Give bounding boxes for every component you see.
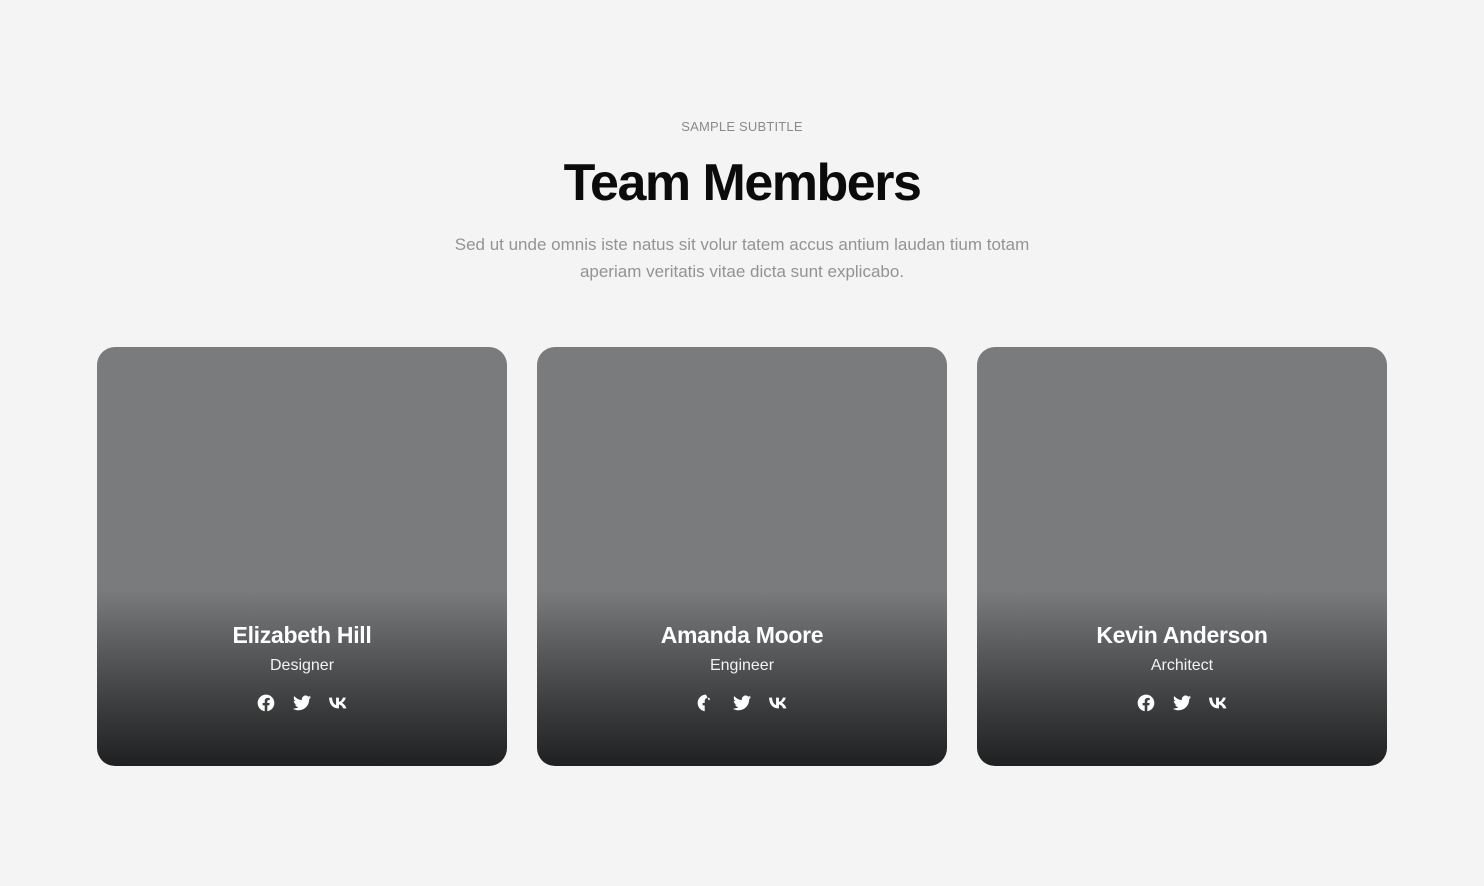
section-title: Team Members xyxy=(563,154,922,212)
twitter-icon[interactable] xyxy=(292,693,312,713)
team-card: Kevin Anderson Architect xyxy=(977,347,1387,766)
vk-icon[interactable] xyxy=(328,693,348,713)
facebook-icon[interactable] xyxy=(1136,693,1156,713)
card-info: Elizabeth Hill Designer xyxy=(97,619,507,713)
member-name: Kevin Anderson xyxy=(1096,622,1268,648)
twitter-icon[interactable] xyxy=(732,693,752,713)
member-role: Architect xyxy=(1150,657,1214,674)
team-cards: Elizabeth Hill Designer Amanda Moore Eng… xyxy=(97,347,1387,766)
member-name: Amanda Moore xyxy=(660,622,824,648)
team-section: SAMPLE SUBTITLE Team Members Sed ut unde… xyxy=(0,0,1484,886)
facebook-icon[interactable] xyxy=(256,693,276,713)
social-links xyxy=(977,693,1387,713)
card-info: Amanda Moore Engineer xyxy=(537,619,947,713)
team-card: Elizabeth Hill Designer xyxy=(97,347,507,766)
card-info: Kevin Anderson Architect xyxy=(977,619,1387,713)
social-links xyxy=(537,693,947,713)
member-role: Engineer xyxy=(709,657,775,674)
member-name: Elizabeth Hill xyxy=(232,622,372,648)
social-links xyxy=(97,693,507,713)
twitter-icon[interactable] xyxy=(1172,693,1192,713)
vk-icon[interactable] xyxy=(1208,693,1228,713)
facebook-icon[interactable] xyxy=(696,693,716,713)
member-role: Designer xyxy=(269,657,335,674)
team-card: Amanda Moore Engineer xyxy=(537,347,947,766)
section-subtitle: SAMPLE SUBTITLE xyxy=(681,119,803,134)
section-description: Sed ut unde omnis iste natus sit volur t… xyxy=(454,235,1030,281)
vk-icon[interactable] xyxy=(768,693,788,713)
